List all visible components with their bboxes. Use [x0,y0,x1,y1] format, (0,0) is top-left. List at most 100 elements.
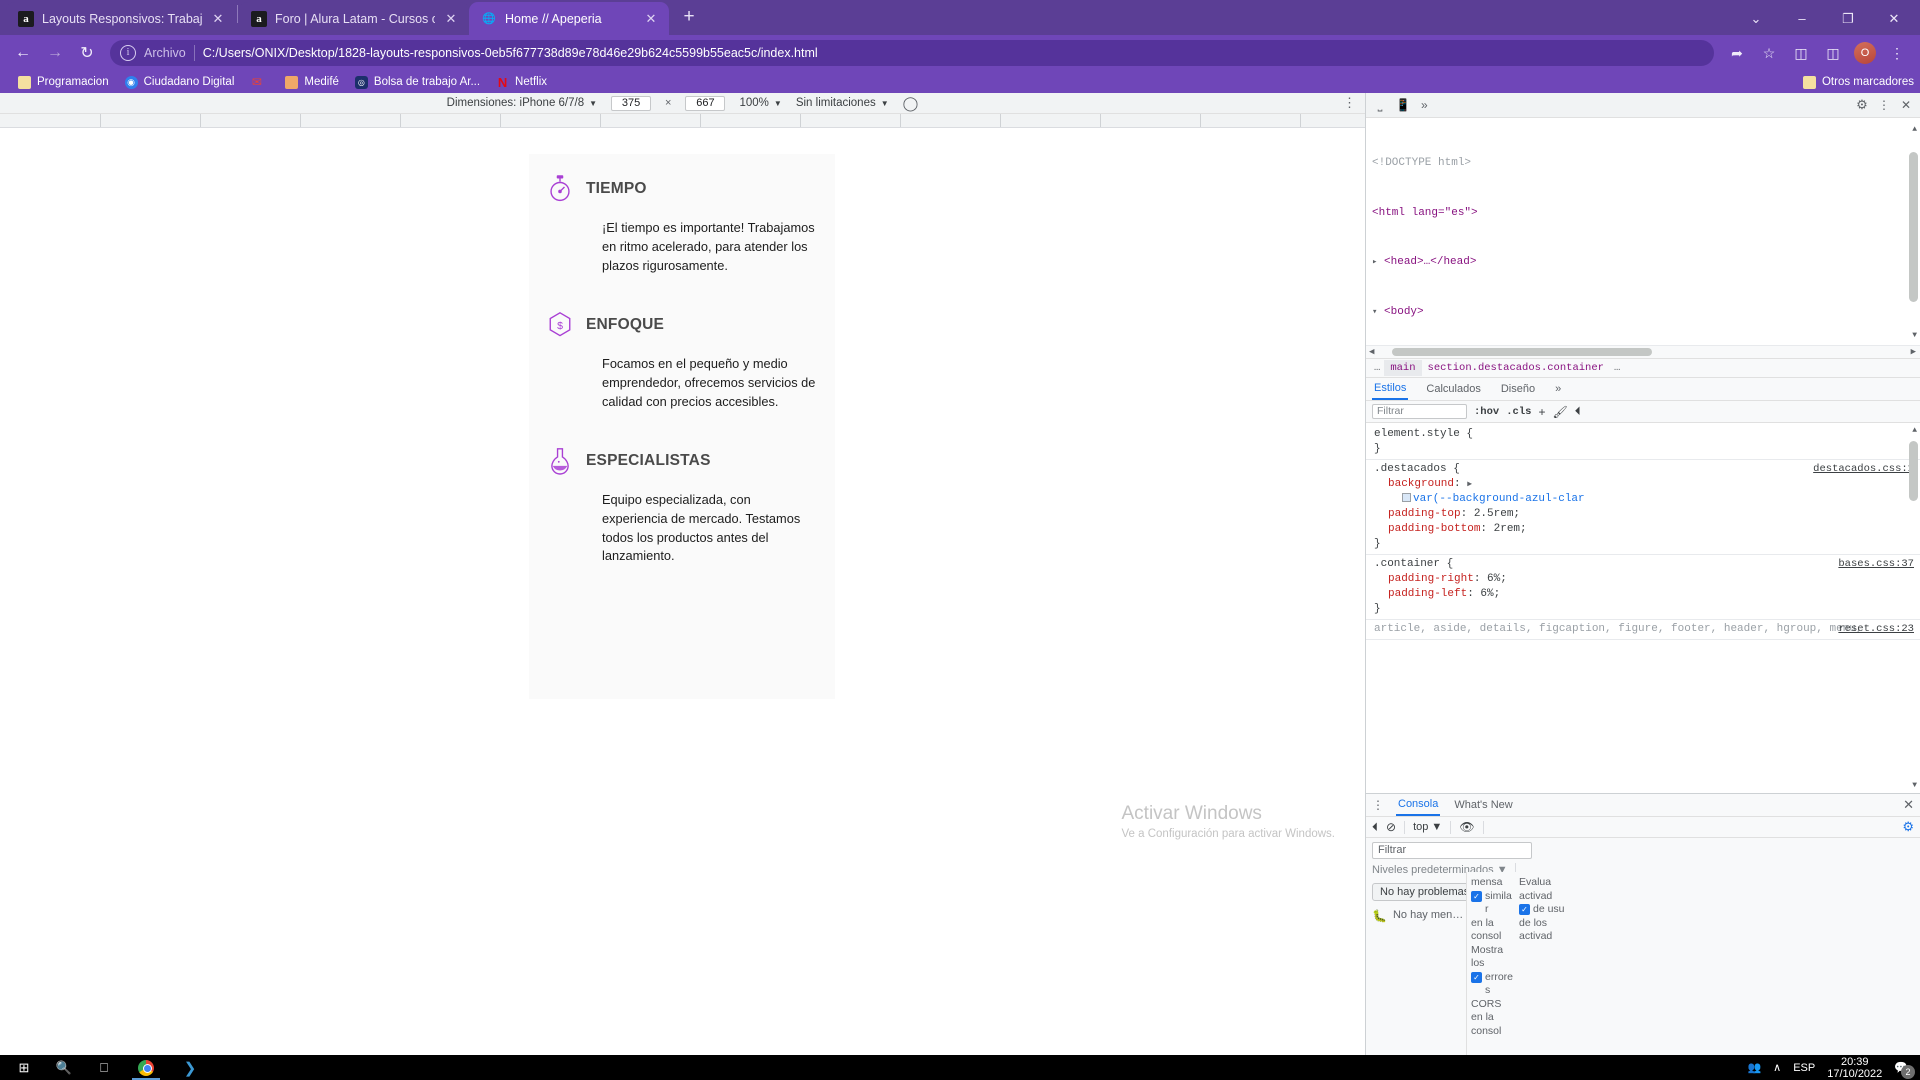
zoom-dropdown[interactable]: 100% ▼ [739,97,781,109]
maximize-button[interactable]: ❐ [1826,2,1870,35]
scrollbar[interactable]: ▲ ▼ [1909,423,1918,793]
inspect-element-icon[interactable]: ⎵ [1370,95,1390,115]
tab-search-chevron-icon[interactable]: ⌄ [1734,2,1778,35]
info-circle-icon[interactable]: i [120,45,136,61]
bookmarks-overflow[interactable]: Otros marcadores [1802,75,1914,89]
clock[interactable]: 20:39 17/10/2022 [1827,1056,1882,1080]
rotate-icon[interactable]: ◯ [903,95,919,112]
style-declaration[interactable]: padding-left: 6%; [1374,587,1912,602]
setting-row[interactable]: ✓ similar [1471,890,1515,917]
style-declaration[interactable]: padding-top: 2.5rem; [1374,507,1912,522]
throttling-dropdown[interactable]: Sin limitaciones ▼ [796,97,889,109]
breadcrumb-overflow[interactable]: … [1370,362,1384,374]
dom-line[interactable]: <html lang="es"> [1372,205,1920,222]
taskbar-app-chrome[interactable] [124,1055,168,1080]
viewport-height-input[interactable]: 667 [685,95,726,111]
horizontal-scrollbar[interactable]: ◀ ▶ [1366,345,1920,358]
checkbox-checked[interactable]: ✓ [1471,971,1482,983]
breadcrumb-item-section[interactable]: section.destacados.container [1422,360,1610,376]
style-rule-element[interactable]: element.style { } [1366,425,1920,460]
style-declaration[interactable]: background: ▶ [1374,477,1912,492]
breadcrumb-overflow-right[interactable]: … [1610,362,1624,374]
task-view-icon[interactable]: ⎕ [84,1055,124,1080]
expand-triangle-icon[interactable]: ▶ [1467,480,1472,489]
execution-context-dropdown[interactable]: top ▼ [1413,821,1442,833]
browser-tab-3-active[interactable]: 🌐 Home // Apeperia ✕ [469,2,669,35]
style-declaration[interactable]: padding-right: 6%; [1374,572,1912,587]
address-bar[interactable]: i Archivo C:/Users/ONIX/Desktop/1828-lay… [110,40,1714,66]
new-style-rule-button[interactable]: + [1538,405,1545,419]
style-declaration[interactable]: padding-bottom: 2rem; [1374,522,1912,537]
new-tab-button[interactable]: + [675,4,703,32]
taskbar-app-vscode[interactable]: ❯ [168,1055,212,1080]
dom-tree[interactable]: <!DOCTYPE html> <html lang="es"> ▸ <head… [1366,118,1920,358]
three-dots-vertical-icon[interactable]: ⋮ [1874,95,1894,115]
close-drawer-button[interactable]: ✕ [1903,797,1914,813]
extensions-icon[interactable]: ◫ [1786,38,1816,68]
chevron-up-icon[interactable]: ∧ [1773,1061,1781,1074]
dom-line[interactable]: <!DOCTYPE html> [1372,155,1920,172]
breadcrumb-item-main[interactable]: main [1384,360,1422,376]
notifications-button[interactable]: 💬2 [1894,1061,1915,1079]
styles-tabs-overflow[interactable]: » [1553,379,1563,399]
tab-close-button[interactable]: ✕ [210,11,226,27]
forward-arrow-icon[interactable]: → [40,38,70,68]
scroll-down-icon[interactable]: ▼ [1912,328,1917,345]
bookmark-medife[interactable]: Medifé [277,74,347,91]
scrollbar-thumb[interactable] [1909,441,1918,501]
reload-icon[interactable]: ↻ [72,38,102,68]
tab-consola[interactable]: Consola [1396,794,1441,816]
three-dots-vertical-icon[interactable]: ⋮ [1343,95,1357,111]
minimize-button[interactable]: – [1780,2,1824,35]
checkbox-checked[interactable]: ✓ [1519,904,1530,915]
tab-estilos[interactable]: Estilos [1372,378,1409,400]
close-window-button[interactable]: ✕ [1872,2,1916,35]
class-button[interactable]: .cls [1506,406,1531,418]
no-issues-button[interactable]: No hay problemas [1372,883,1478,901]
style-rule-destacados[interactable]: destacados.css:1 .destacados { backgroun… [1366,460,1920,555]
style-source-link[interactable]: destacados.css:1 [1813,462,1914,477]
scrollbar-thumb[interactable] [1909,152,1918,302]
collapse-triangle-icon[interactable]: ▾ [1372,307,1377,317]
gear-icon[interactable]: ⚙ [1902,819,1914,835]
copy-styles-icon[interactable]: 🖌 [1552,405,1567,419]
scrollbar-thumb[interactable] [1392,348,1653,356]
dom-line[interactable]: ▾ <body> [1372,304,1920,321]
setting-row[interactable]: ✓ errores [1471,971,1515,998]
styles-filter-input[interactable]: Filtrar [1372,404,1467,419]
show-console-sidebar-icon[interactable]: ⏴ [1372,820,1378,835]
scrollbar[interactable] [831,154,835,699]
search-icon[interactable]: 🔍 [44,1055,84,1080]
browser-tab-2[interactable]: a Foro | Alura Latam - Cursos onlin ✕ [239,2,469,35]
console-filter-input[interactable]: Filtrar [1372,842,1532,859]
device-preset-dropdown[interactable]: Dimensiones: iPhone 6/7/8 ▼ [447,97,597,109]
style-source-link[interactable]: reset.css:23 [1838,622,1914,637]
scroll-up-icon[interactable]: ▲ [1912,423,1917,438]
language-indicator[interactable]: ESP [1793,1062,1815,1074]
star-icon[interactable]: ☆ [1754,38,1784,68]
styles-pane[interactable]: element.style { } destacados.css:1 .dest… [1366,423,1920,793]
scroll-up-icon[interactable]: ▲ [1912,122,1917,139]
tab-whats-new[interactable]: What's New [1452,795,1514,815]
bookmark-gmail[interactable]: ✉ [242,74,277,91]
style-rule-container[interactable]: bases.css:37 .container { padding-right:… [1366,555,1920,620]
toggle-device-toolbar-icon[interactable]: 📱 [1393,95,1413,115]
people-icon[interactable]: 👥 [1747,1061,1761,1074]
scroll-left-icon[interactable]: ◀ [1369,344,1374,358]
scrollbar[interactable]: ▲ ▼ [1909,122,1918,344]
tab-diseno[interactable]: Diseño [1499,379,1537,399]
tab-close-button[interactable]: ✕ [643,11,659,27]
clear-console-icon[interactable]: ⊘ [1386,820,1396,834]
side-panel-icon[interactable]: ◫ [1818,38,1848,68]
bookmark-bolsa-de-trabajo[interactable]: ◎ Bolsa de trabajo Ar... [347,74,488,91]
tab-calculados[interactable]: Calculados [1424,379,1482,399]
dom-line[interactable]: ▸ <head>…</head> [1372,254,1920,271]
bookmark-netflix[interactable]: N Netflix [488,74,555,91]
toggle-panel-icon[interactable]: ⏴ [1575,404,1581,419]
gear-icon[interactable]: ⚙ [1852,95,1872,115]
expand-triangle-icon[interactable]: ▸ [1372,257,1377,267]
three-dots-vertical-icon[interactable]: ⋮ [1372,798,1384,812]
scroll-down-icon[interactable]: ▼ [1912,778,1917,793]
setting-row[interactable]: ✓ de usu [1519,903,1567,917]
three-dots-vertical-icon[interactable]: ⋮ [1882,38,1912,68]
